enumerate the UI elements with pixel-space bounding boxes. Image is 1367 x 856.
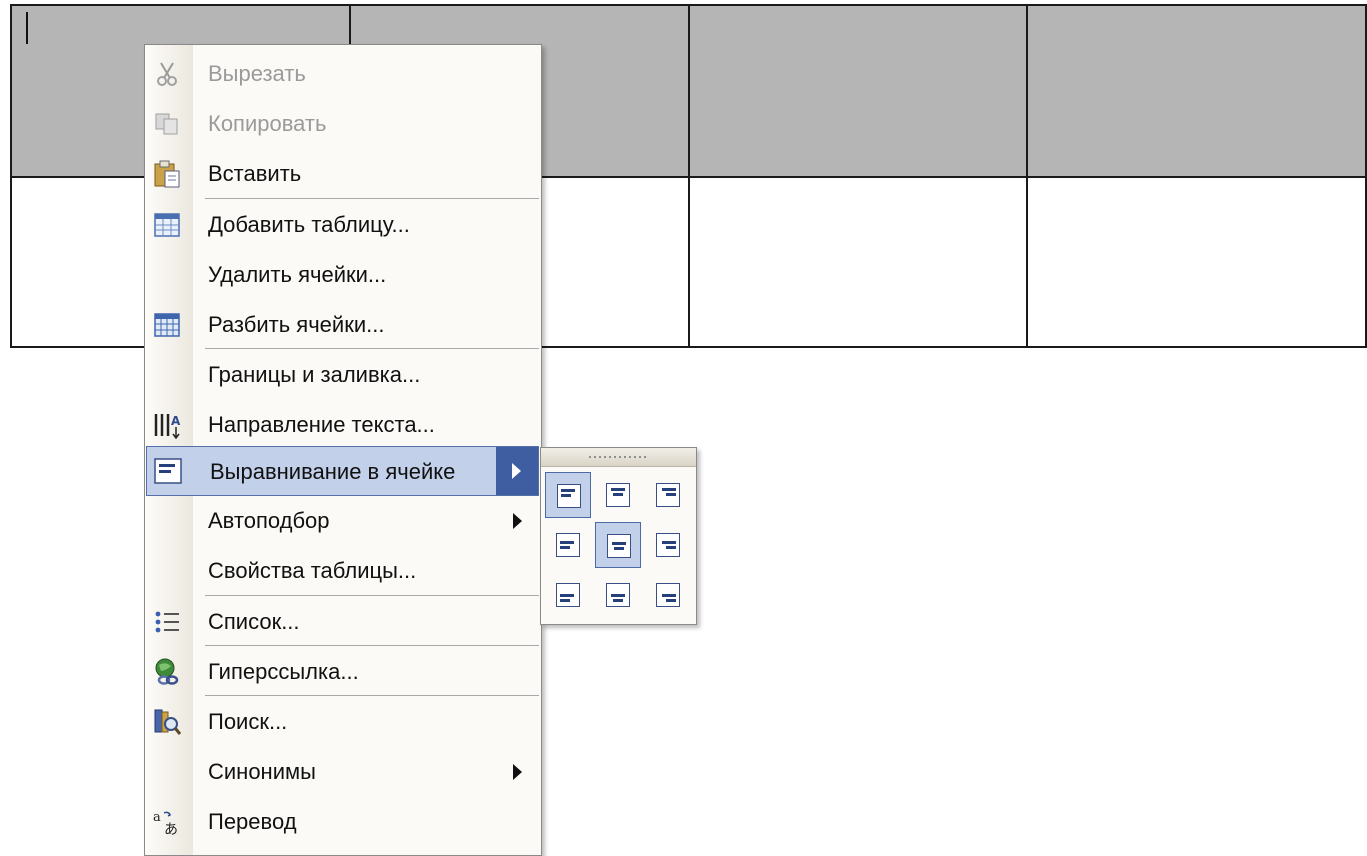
align-bottom-center-button[interactable]: [595, 572, 641, 618]
menu-item-label: Удалить ячейки...: [208, 262, 387, 287]
align-top-right-button[interactable]: [645, 472, 691, 518]
paste-icon: [151, 158, 183, 190]
align-bottom-right-button[interactable]: [645, 572, 691, 618]
research-icon: [151, 706, 183, 738]
menu-item-label: Направление текста...: [208, 412, 435, 437]
menu-item-delete-cells[interactable]: Удалить ячейки...: [145, 250, 541, 300]
svg-text:a: a: [153, 810, 161, 825]
align-top-center-icon: [606, 483, 630, 507]
align-middle-left-button[interactable]: [545, 522, 591, 568]
menu-separator: [205, 595, 539, 596]
menu-item-label: Свойства таблицы...: [208, 558, 417, 583]
menu-item-text-direction[interactable]: A Направление текста...: [145, 400, 541, 450]
menu-item-synonyms[interactable]: Синонимы: [145, 747, 541, 797]
menu-item-autofit[interactable]: Автоподбор: [145, 496, 541, 546]
menu-item-translate[interactable]: a あ Перевод: [145, 797, 541, 847]
align-top-right-icon: [656, 483, 680, 507]
menu-item-label: Разбить ячейки...: [208, 312, 385, 337]
submenu-arrow-icon: [513, 513, 522, 529]
align-bottom-left-button[interactable]: [545, 572, 591, 618]
menu-item-label: Добавить таблицу...: [208, 212, 410, 237]
context-menu: Вырезать Копировать Вставить Добавить та…: [144, 44, 542, 856]
menu-item-list[interactable]: Список...: [145, 597, 541, 647]
menu-item-label: Гиперссылка...: [208, 659, 359, 684]
align-top-left-icon: [557, 484, 581, 508]
menu-item-hyperlink[interactable]: Гиперссылка...: [145, 647, 541, 697]
table-cell[interactable]: [1026, 4, 1367, 178]
menu-item-label: Перевод: [208, 809, 297, 834]
cell-align-icon: [152, 455, 184, 487]
table-cell[interactable]: [687, 176, 1029, 348]
text-caret: [26, 12, 28, 44]
menu-item-cell-alignment[interactable]: Выравнивание в ячейке: [146, 446, 539, 496]
scissors-icon: [151, 58, 183, 90]
align-middle-center-icon: [607, 534, 631, 558]
menu-separator: [205, 695, 539, 696]
menu-item-table-properties[interactable]: Свойства таблицы...: [145, 546, 541, 596]
svg-text:A: A: [171, 414, 181, 428]
align-bottom-right-icon: [656, 583, 680, 607]
menu-separator: [205, 645, 539, 646]
cell-alignment-submenu: [540, 447, 697, 625]
svg-text:あ: あ: [164, 822, 178, 837]
copy-icon: [151, 108, 183, 140]
translate-icon: a あ: [151, 806, 183, 838]
insert-table-icon: [151, 209, 183, 241]
align-middle-left-icon: [556, 533, 580, 557]
menu-item-label: Список...: [208, 609, 300, 634]
menu-item-copy[interactable]: Копировать: [145, 99, 541, 149]
menu-separator: [205, 348, 539, 349]
drag-grip[interactable]: [541, 448, 696, 467]
split-cells-icon: [151, 309, 183, 341]
menu-item-research[interactable]: Поиск...: [145, 697, 541, 747]
menu-item-label: Поиск...: [208, 709, 288, 734]
menu-item-label: Вырезать: [208, 61, 306, 86]
menu-item-label: Границы и заливка...: [208, 362, 421, 387]
menu-item-borders-shading[interactable]: Границы и заливка...: [145, 350, 541, 400]
menu-item-label: Вставить: [208, 161, 302, 186]
bullet-list-icon: [151, 606, 183, 638]
align-middle-right-icon: [656, 533, 680, 557]
menu-item-split-cells[interactable]: Разбить ячейки...: [145, 300, 541, 350]
table-cell[interactable]: [1026, 176, 1367, 348]
hyperlink-icon: [151, 656, 183, 688]
submenu-arrow-icon: [496, 447, 538, 495]
table-cell[interactable]: [687, 4, 1029, 178]
align-bottom-left-icon: [556, 583, 580, 607]
menu-item-label: Синонимы: [208, 759, 316, 784]
menu-item-label: Выравнивание в ячейке: [210, 459, 456, 484]
align-bottom-center-icon: [606, 583, 630, 607]
text-direction-icon: A: [151, 409, 183, 441]
menu-item-label: Копировать: [208, 111, 327, 136]
menu-item-label: Автоподбор: [208, 508, 330, 533]
align-top-left-button[interactable]: [545, 472, 591, 518]
menu-item-paste[interactable]: Вставить: [145, 149, 541, 199]
menu-separator: [205, 198, 539, 199]
submenu-arrow-icon: [513, 764, 522, 780]
menu-item-cut[interactable]: Вырезать: [145, 49, 541, 99]
align-middle-center-button[interactable]: [595, 522, 641, 568]
menu-item-insert-table[interactable]: Добавить таблицу...: [145, 200, 541, 250]
align-top-center-button[interactable]: [595, 472, 641, 518]
align-middle-right-button[interactable]: [645, 522, 691, 568]
